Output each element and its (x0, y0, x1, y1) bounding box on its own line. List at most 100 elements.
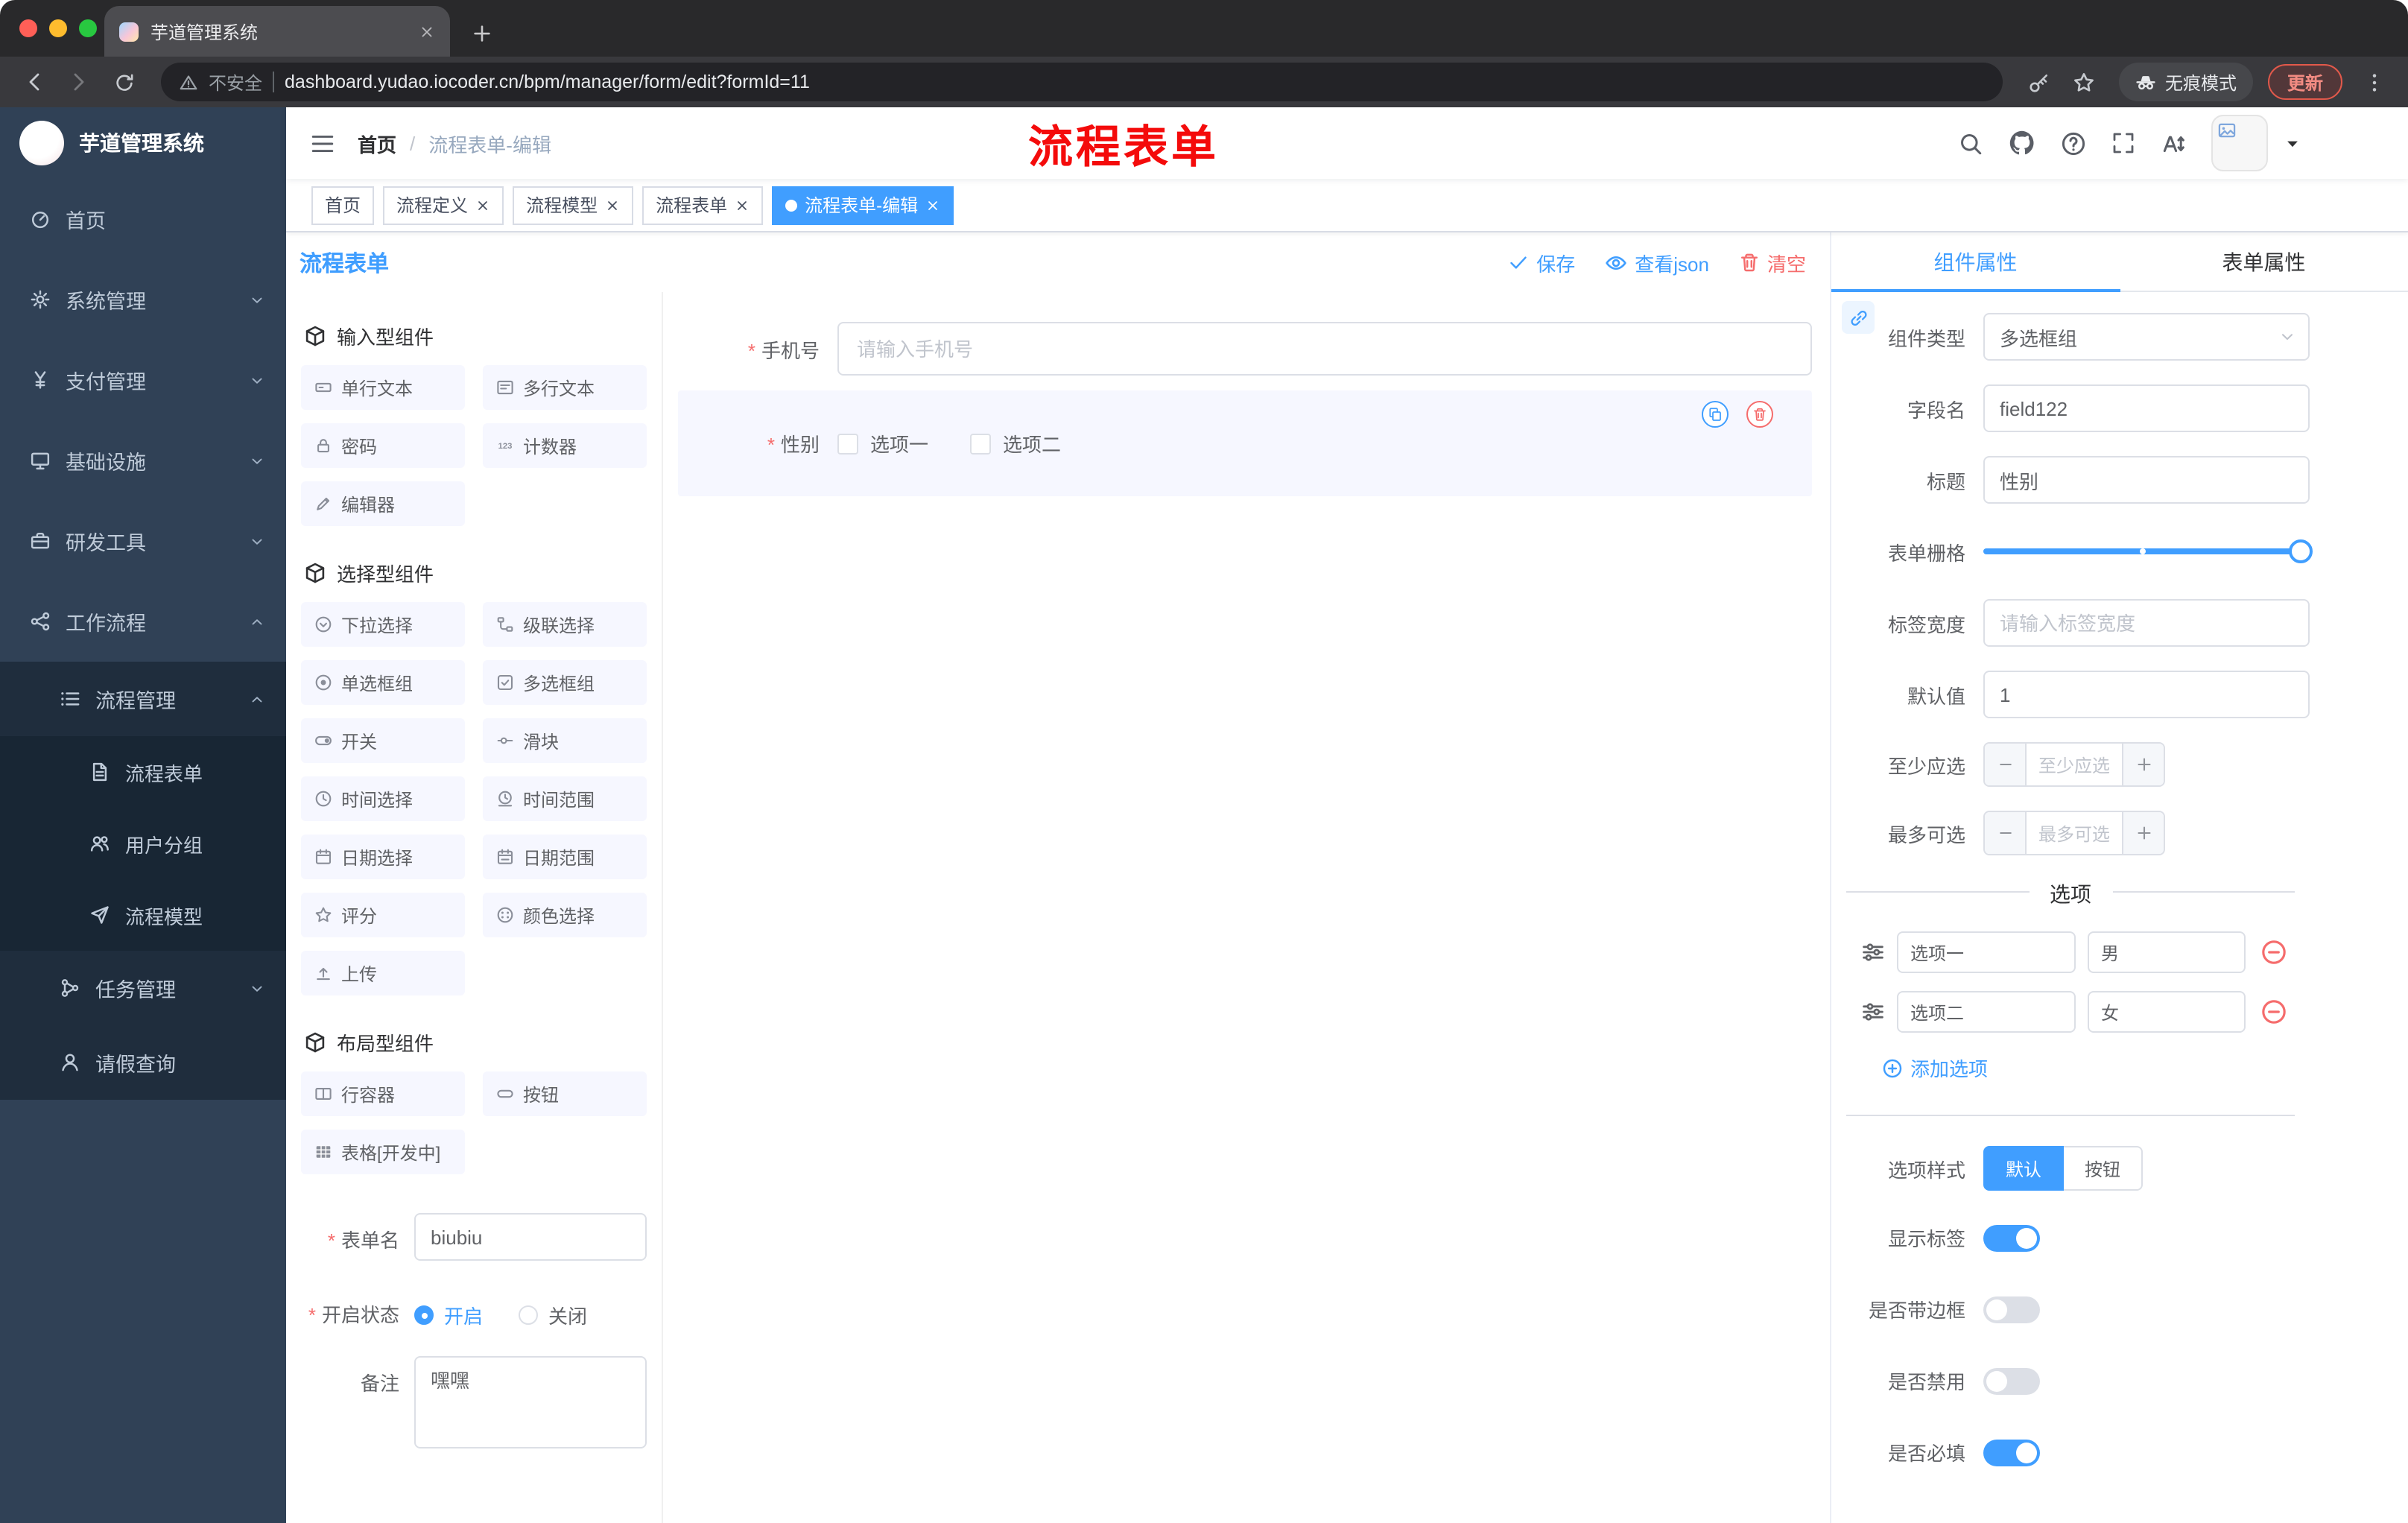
tag-process-model[interactable]: 流程模型 (513, 186, 634, 224)
tab-close-icon[interactable] (419, 23, 435, 39)
component-type-select[interactable]: 多选框组 (1983, 313, 2310, 361)
user-avatar[interactable] (2211, 115, 2268, 171)
decrease-button[interactable] (1985, 812, 2027, 854)
toggle-switch-required[interactable] (1983, 1439, 2040, 1466)
help-icon[interactable] (2061, 130, 2086, 156)
sidebar-item-workflow[interactable]: 工作流程 (0, 581, 286, 662)
sidebar-item-leave-query[interactable]: 请假查询 (0, 1025, 286, 1100)
toggle-switch-show-label[interactable] (1983, 1224, 2040, 1251)
toggle-switch-with-border[interactable] (1983, 1296, 2040, 1323)
min-select-value[interactable]: 至少应选 (2027, 744, 2122, 785)
form-remark-textarea[interactable]: 嘿嘿 (414, 1356, 647, 1448)
palette-item-lock[interactable]: 密码 (301, 423, 465, 468)
canvas-component-gender[interactable]: 性别 选项一 选项二 (678, 390, 1812, 496)
palette-item-star[interactable]: 评分 (301, 893, 465, 937)
back-button[interactable] (15, 63, 54, 101)
increase-button[interactable] (2122, 744, 2164, 785)
style-default-button[interactable]: 默认 (1983, 1146, 2065, 1191)
clear-button[interactable]: 清空 (1739, 248, 1806, 276)
tag-home[interactable]: 首页 (311, 186, 375, 224)
palette-item-upload[interactable]: 上传 (301, 951, 465, 995)
sidebar-item-system[interactable]: 系统管理 (0, 259, 286, 340)
option-value-input-2[interactable] (2088, 991, 2246, 1033)
font-size-icon[interactable] (2161, 130, 2186, 156)
increase-button[interactable] (2122, 812, 2164, 854)
status-radio-off[interactable]: 关闭 (519, 1301, 587, 1329)
tab-component-props[interactable]: 组件属性 (1831, 232, 2120, 292)
copy-component-button[interactable] (1702, 401, 1729, 428)
form-name-input[interactable] (414, 1213, 647, 1261)
palette-item-checkbox[interactable]: 多选框组 (483, 660, 647, 705)
palette-item-date[interactable]: 日期选择 (301, 835, 465, 879)
reload-button[interactable] (104, 63, 143, 101)
gender-checkbox[interactable]: 选项一 (837, 429, 928, 457)
search-icon[interactable] (1958, 130, 1983, 156)
breadcrumb-home[interactable]: 首页 (358, 129, 396, 157)
avatar-caret-icon[interactable] (2284, 135, 2301, 151)
status-radio-on[interactable]: 开启 (414, 1301, 483, 1329)
tab-form-props[interactable]: 表单属性 (2120, 232, 2408, 291)
browser-menu-icon[interactable] (2354, 63, 2393, 101)
palette-item-time[interactable]: 时间选择 (301, 776, 465, 821)
default-value-input[interactable] (1983, 671, 2310, 718)
sidebar-item-home[interactable]: 首页 (0, 179, 286, 259)
tag-process-definition[interactable]: 流程定义 (383, 186, 504, 224)
title-input[interactable] (1983, 456, 2310, 504)
forward-button[interactable] (60, 63, 98, 101)
palette-item-switch[interactable]: 开关 (301, 718, 465, 763)
add-option-button[interactable]: 添加选项 (1882, 1054, 2310, 1082)
update-button[interactable]: 更新 (2267, 64, 2342, 100)
browser-tab[interactable]: 芋道管理系统 (104, 6, 450, 57)
max-select-value[interactable]: 最多可选 (2027, 812, 2122, 854)
delete-component-button[interactable] (1746, 401, 1773, 428)
remove-option-icon[interactable] (2260, 939, 2287, 966)
phone-input[interactable] (837, 322, 1812, 376)
sidebar-item-devtools[interactable]: 研发工具 (0, 501, 286, 581)
password-key-icon[interactable] (2021, 63, 2059, 101)
sidebar-item-process-form[interactable]: 流程表单 (0, 736, 286, 808)
gender-checkbox[interactable]: 选项二 (970, 429, 1061, 457)
tag-process-form-edit[interactable]: 流程表单-编辑 (772, 186, 954, 224)
window-controls[interactable] (19, 19, 97, 37)
tag-close-icon[interactable] (925, 197, 940, 212)
decrease-button[interactable] (1985, 744, 2027, 785)
window-close-button[interactable] (19, 19, 37, 37)
palette-item-row[interactable]: 行容器 (301, 1071, 465, 1116)
tag-process-form[interactable]: 流程表单 (642, 186, 764, 224)
sidebar-toggle[interactable] (286, 107, 358, 179)
new-tab-button[interactable] (471, 22, 493, 45)
label-width-input[interactable] (1983, 599, 2310, 647)
window-zoom-button[interactable] (79, 19, 97, 37)
sidebar-item-user-group[interactable]: 用户分组 (0, 808, 286, 879)
option-value-input-1[interactable] (2088, 931, 2246, 973)
palette-item-editor[interactable]: 编辑器 (301, 481, 465, 526)
link-icon[interactable] (1842, 301, 1875, 334)
sidebar-item-infrastructure[interactable]: 基础设施 (0, 420, 286, 501)
toggle-switch-disabled[interactable] (1983, 1367, 2040, 1394)
palette-item-button[interactable]: 按钮 (483, 1071, 647, 1116)
palette-item-textarea[interactable]: 多行文本 (483, 365, 647, 410)
field-name-input[interactable] (1983, 384, 2310, 432)
drag-handle-icon[interactable] (1861, 1000, 1885, 1024)
drag-handle-icon[interactable] (1861, 940, 1885, 964)
remove-option-icon[interactable] (2260, 998, 2287, 1025)
style-button-button[interactable]: 按钮 (2064, 1146, 2144, 1191)
palette-item-time-range[interactable]: 时间范围 (483, 776, 647, 821)
option-name-input-2[interactable] (1897, 991, 2076, 1033)
security-warning-icon[interactable] (179, 72, 198, 92)
palette-item-select[interactable]: 下拉选择 (301, 602, 465, 647)
option-name-input-1[interactable] (1897, 931, 2076, 973)
save-button[interactable]: 保存 (1508, 248, 1575, 276)
window-minimize-button[interactable] (49, 19, 67, 37)
fullscreen-icon[interactable] (2111, 131, 2135, 155)
tag-close-icon[interactable] (605, 197, 620, 212)
palette-item-table[interactable]: 表格[开发中] (301, 1130, 465, 1174)
view-json-button[interactable]: 查看json (1605, 248, 1709, 276)
palette-item-color[interactable]: 颜色选择 (483, 893, 647, 937)
palette-item-slider[interactable]: 滑块 (483, 718, 647, 763)
palette-item-input[interactable]: 单行文本 (301, 365, 465, 410)
sidebar-item-payment[interactable]: 支付管理 (0, 340, 286, 420)
slider-handle[interactable] (2289, 539, 2313, 563)
palette-item-counter[interactable]: 123 计数器 (483, 423, 647, 468)
tag-close-icon[interactable] (735, 197, 750, 212)
